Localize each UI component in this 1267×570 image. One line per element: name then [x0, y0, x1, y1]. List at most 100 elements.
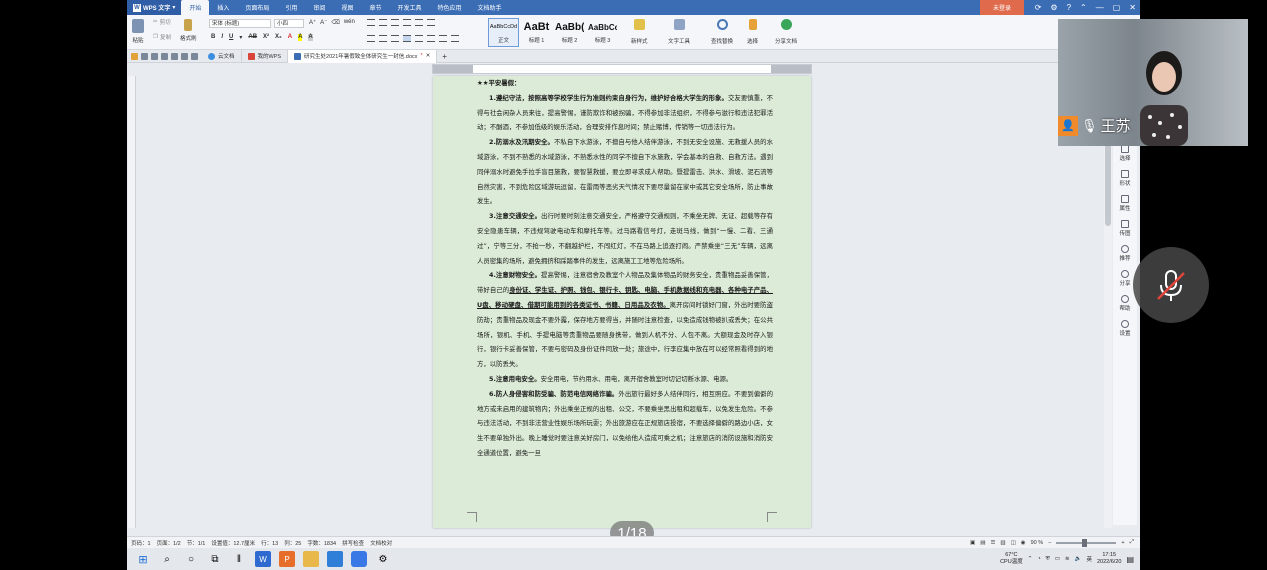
tab-current-doc[interactable]: 研究生处2021年暑假致全体研究生一封信.docx * ✕ — [288, 49, 438, 63]
style-heading-2[interactable]: AaBb( 标题 2 — [554, 18, 585, 47]
zoom-out-icon[interactable]: − — [1048, 540, 1051, 546]
battery-icon[interactable]: ▭ — [1055, 556, 1060, 562]
align-justify-icon[interactable] — [403, 35, 411, 42]
font-size-select[interactable]: 小四 — [274, 19, 304, 28]
tray-expand-icon[interactable]: ⌃ — [1028, 556, 1033, 562]
tab-cloud-docs[interactable]: 云文档 — [202, 49, 242, 63]
meeting-app-icon[interactable] — [351, 551, 367, 567]
select-button[interactable]: 选择 — [747, 19, 758, 45]
close-tab-icon[interactable]: ✕ — [426, 53, 431, 59]
panel-settings[interactable]: 设置 — [1113, 320, 1137, 337]
help-icon[interactable]: ? — [1067, 3, 1071, 12]
bold-icon[interactable]: B — [211, 34, 215, 41]
store-icon[interactable] — [327, 551, 343, 567]
read-view-icon[interactable]: ▥ — [1000, 540, 1005, 546]
tab-references[interactable]: 引用 — [277, 0, 305, 15]
panel-properties[interactable]: 属性 — [1113, 195, 1137, 212]
redo-icon[interactable] — [191, 52, 198, 60]
page-view-icon[interactable]: ▤ — [980, 540, 985, 546]
copy-button[interactable]: ❐ 复制 — [153, 33, 171, 41]
share-doc-button[interactable]: 分享文档 — [775, 19, 797, 45]
find-replace-button[interactable]: 查找替换 — [711, 19, 733, 45]
panel-shape[interactable]: 形状 — [1113, 170, 1137, 187]
align-right-icon[interactable] — [391, 35, 399, 42]
underline-icon[interactable]: U — [229, 34, 233, 41]
open-icon[interactable] — [131, 52, 138, 60]
minimize-icon[interactable]: — — [1096, 3, 1104, 12]
shading-icon[interactable] — [439, 35, 447, 42]
tab-doc-assistant[interactable]: 文档助手 — [470, 0, 510, 15]
show-marks-icon[interactable] — [427, 19, 435, 26]
zoom-level[interactable]: 90 % — [1031, 540, 1044, 546]
tab-review[interactable]: 审阅 — [305, 0, 333, 15]
settings-gear-icon[interactable]: ⚙ — [375, 551, 391, 567]
panel-select[interactable]: 选择 — [1113, 145, 1137, 162]
status-word-count[interactable]: 字数：1834 — [307, 539, 336, 547]
char-shading-icon[interactable]: A — [308, 34, 313, 41]
format-painter-button[interactable]: 格式刷 — [180, 19, 197, 42]
eye-protect-icon[interactable]: ◉ — [1021, 540, 1026, 546]
export-icon[interactable] — [171, 52, 178, 60]
skin-icon[interactable]: ⟳ — [1035, 3, 1042, 12]
tab-home[interactable]: 开始 — [181, 0, 210, 15]
preview-icon[interactable] — [161, 52, 168, 60]
status-pages[interactable]: 页面：1/2 — [157, 539, 181, 547]
distribute-icon[interactable] — [415, 35, 423, 42]
task-view-icon[interactable]: ⧉ — [207, 551, 223, 567]
increase-indent-icon[interactable] — [403, 19, 411, 26]
phonetic-icon[interactable]: wén — [344, 19, 355, 26]
shrink-font-icon[interactable]: A⁻ — [320, 19, 327, 26]
vertical-ruler[interactable] — [128, 76, 136, 528]
fit-window-icon[interactable]: ⤢ — [1130, 539, 1134, 546]
panel-help[interactable]: 帮助 — [1113, 295, 1137, 312]
tab-my-wps[interactable]: 我的WPS — [242, 49, 289, 63]
superscript-icon[interactable]: X² — [263, 34, 269, 41]
paste-button[interactable]: 粘贴 — [132, 19, 144, 44]
chinese-layout-icon[interactable] — [415, 19, 423, 26]
tab-insert[interactable]: 插入 — [209, 0, 237, 15]
tab-layout[interactable]: 页面布局 — [237, 0, 277, 15]
grow-font-icon[interactable]: A⁺ — [309, 19, 316, 26]
focus-mode-icon[interactable]: ▣ — [970, 540, 975, 546]
video-tile[interactable]: 👤 🎙 王苏 — [1058, 19, 1248, 146]
panel-upload-image[interactable]: 传图 — [1113, 220, 1137, 237]
borders-icon[interactable] — [451, 35, 459, 42]
outline-view-icon[interactable]: ☰ — [990, 540, 995, 546]
bullet-list-icon[interactable] — [367, 19, 375, 26]
tab-features[interactable]: 特色应用 — [429, 0, 469, 15]
undo-icon[interactable] — [181, 52, 188, 60]
ime-indicator[interactable]: 英 — [1086, 555, 1092, 563]
proofread-toggle[interactable]: 文档校对 — [370, 539, 392, 547]
zoom-in-icon[interactable]: + — [1121, 540, 1124, 546]
collapse-icon[interactable]: ⌃ — [1080, 3, 1087, 12]
style-heading-1[interactable]: AaBt 标题 1 — [521, 18, 552, 47]
close-icon[interactable]: ✕ — [1129, 3, 1136, 12]
cut-button[interactable]: ✂ 剪切 — [153, 18, 171, 26]
zoom-slider[interactable] — [1056, 538, 1117, 547]
align-center-icon[interactable] — [379, 35, 387, 42]
strikethrough-icon[interactable]: AB — [248, 34, 257, 41]
subscript-icon[interactable]: X₂ — [275, 34, 282, 41]
web-view-icon[interactable]: ◫ — [1011, 540, 1016, 546]
tab-section[interactable]: 章节 — [361, 0, 389, 15]
maximize-icon[interactable]: ▢ — [1113, 3, 1121, 12]
print-icon[interactable] — [151, 52, 158, 60]
document-page[interactable]: ★★平安暑假： 1.遵纪守法，按照高等学校学生行为准则约束自身行为，维护好合格大… — [433, 76, 811, 528]
clear-format-icon[interactable]: ⌫ — [331, 19, 339, 26]
wps-writer-taskbar-icon[interactable]: W — [255, 551, 271, 567]
style-heading-3[interactable]: AaBbCc 标题 3 — [587, 18, 618, 47]
font-color-icon[interactable]: A — [288, 34, 292, 41]
cortana-icon[interactable]: ○ — [183, 551, 199, 567]
file-explorer-icon[interactable] — [303, 551, 319, 567]
start-icon[interactable]: ⊞ — [135, 551, 151, 567]
panel-recommend[interactable]: 推荐 — [1113, 245, 1137, 262]
style-normal[interactable]: AaBbCcDd 正文 — [488, 18, 519, 47]
volume-icon[interactable]: 🔈 — [1075, 556, 1082, 562]
save-icon[interactable] — [141, 52, 148, 60]
spell-check-toggle[interactable]: 拼写检查 — [342, 539, 364, 547]
taskbar-clock[interactable]: 17:15 2022/6/20 — [1097, 552, 1121, 566]
italic-icon[interactable]: I — [221, 34, 223, 41]
wps-presentation-taskbar-icon[interactable]: P — [279, 551, 295, 567]
search-icon[interactable]: ⌕ — [159, 551, 175, 567]
new-style-button[interactable]: 新样式 — [631, 19, 648, 45]
